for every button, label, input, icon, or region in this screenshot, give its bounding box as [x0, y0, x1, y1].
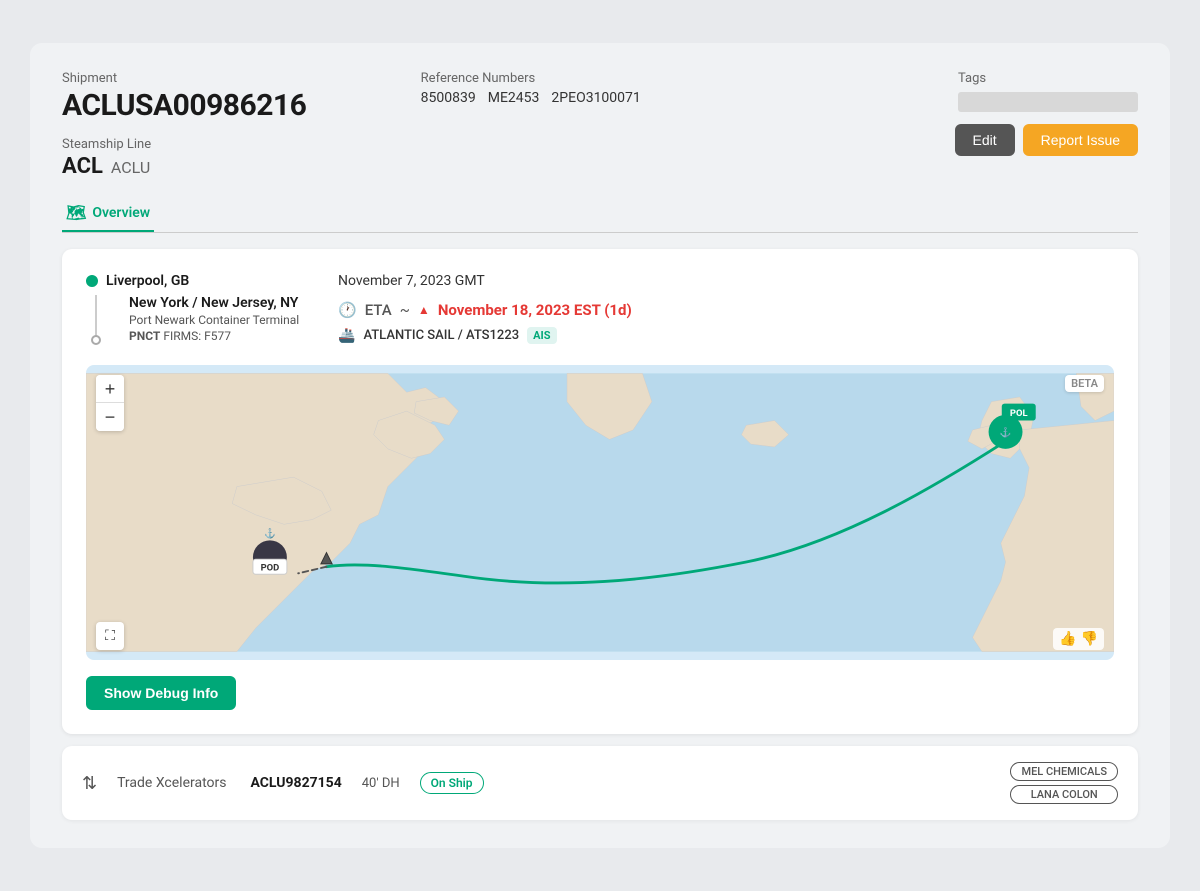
vessel-name: ATLANTIC SAIL / ATS1223 — [363, 328, 519, 343]
eta-approx: ~ — [400, 301, 410, 319]
map-feedback: 👍 👎 — [1053, 628, 1104, 650]
steamship-code: ACLU — [111, 158, 150, 177]
shipment-id: ACLUSA00986216 — [62, 88, 421, 123]
ref-number-1: 8500839 — [421, 90, 476, 106]
route-right: November 7, 2023 GMT 🕐 ETA ~ ▲ November … — [338, 273, 1114, 345]
eta-label: ETA — [365, 301, 392, 319]
departure-date: November 7, 2023 GMT — [338, 273, 1114, 289]
steamship-label: Steamship Line — [62, 137, 421, 152]
show-debug-info-button[interactable]: Show Debug Info — [86, 676, 236, 710]
map-svg: ⚓ POD ⚓ POL — [86, 365, 1114, 660]
svg-text:⚓: ⚓ — [1000, 427, 1012, 439]
reference-numbers: 8500839 ME2453 2PEO3100071 — [421, 90, 780, 106]
eta-row: 🕐 ETA ~ ▲ November 18, 2023 EST (1d) — [338, 301, 1114, 319]
cargo-size: 40' DH — [362, 776, 400, 791]
dest-terminal: Port Newark Container Terminal — [129, 313, 299, 327]
cargo-container-id: ACLU9827154 — [250, 775, 341, 791]
cargo-tag-2: LANA COLON — [1010, 785, 1118, 804]
dest-pnct: PNCT — [129, 329, 160, 343]
svg-text:POD: POD — [261, 563, 280, 574]
map-fullscreen-button[interactable]: ⛶ — [96, 622, 124, 650]
map-zoom-out-button[interactable]: − — [96, 403, 124, 431]
thumbs-down-icon[interactable]: 👎 — [1081, 631, 1098, 647]
tab-overview[interactable]: 🗺 Overview — [62, 195, 154, 232]
main-card: Liverpool, GB New York / New Jersey, NY … — [62, 249, 1138, 734]
cargo-tag-1: MEL CHEMICALS — [1010, 762, 1118, 781]
cargo-tags: MEL CHEMICALS LANA COLON — [1010, 762, 1118, 804]
dest-dot — [91, 335, 101, 345]
beta-badge: BETA — [1065, 375, 1104, 392]
dest-name: New York / New Jersey, NY — [129, 295, 299, 311]
tags-input[interactable] — [958, 92, 1138, 112]
eta-arrow-icon: ▲ — [418, 303, 430, 317]
svg-text:POL: POL — [1010, 408, 1028, 419]
route-line: New York / New Jersey, NY Port Newark Co… — [86, 295, 306, 345]
route-section: Liverpool, GB New York / New Jersey, NY … — [86, 273, 1114, 345]
dest-firms: FIRMS: F577 — [163, 329, 231, 343]
tabs-bar: 🗺 Overview — [62, 195, 1138, 233]
overview-icon: 🗺 — [66, 203, 86, 222]
cargo-row: ⇅ Trade Xcelerators ACLU9827154 40' DH O… — [62, 746, 1138, 820]
edit-button[interactable]: Edit — [955, 124, 1015, 156]
steamship-name: ACL — [62, 154, 103, 179]
tags-label: Tags — [958, 71, 1138, 86]
map-controls: + − — [96, 375, 124, 431]
route-left: Liverpool, GB New York / New Jersey, NY … — [86, 273, 306, 345]
route-destination: New York / New Jersey, NY Port Newark Co… — [129, 295, 299, 343]
fullscreen-icon: ⛶ — [105, 628, 115, 644]
origin-dot — [86, 275, 98, 287]
dest-codes: PNCT FIRMS: F577 — [129, 329, 299, 343]
map-zoom-in-button[interactable]: + — [96, 375, 124, 403]
tab-overview-label: Overview — [92, 205, 150, 221]
vessel-icon: 🚢 — [338, 328, 355, 344]
reference-label: Reference Numbers — [421, 71, 780, 86]
origin-name: Liverpool, GB — [106, 273, 189, 289]
svg-text:⚓: ⚓ — [264, 528, 276, 540]
shipment-label: Shipment — [62, 71, 421, 86]
ref-number-3: 2PEO3100071 — [551, 90, 640, 106]
route-connector — [91, 295, 101, 345]
ref-number-2: ME2453 — [488, 90, 540, 106]
cargo-sort-icon: ⇅ — [82, 773, 97, 794]
cargo-provider: Trade Xcelerators — [117, 775, 226, 791]
map-container: ⚓ POD ⚓ POL + — [86, 365, 1114, 660]
eta-date: November 18, 2023 EST (1d) — [438, 301, 632, 319]
report-issue-button[interactable]: Report Issue — [1023, 124, 1138, 156]
route-origin: Liverpool, GB — [86, 273, 306, 289]
on-ship-badge: On Ship — [420, 772, 484, 794]
ais-badge: AIS — [527, 327, 556, 344]
clock-icon: 🕐 — [338, 301, 357, 319]
thumbs-up-icon[interactable]: 👍 — [1059, 631, 1076, 647]
vessel-row: 🚢 ATLANTIC SAIL / ATS1223 AIS — [338, 327, 1114, 344]
